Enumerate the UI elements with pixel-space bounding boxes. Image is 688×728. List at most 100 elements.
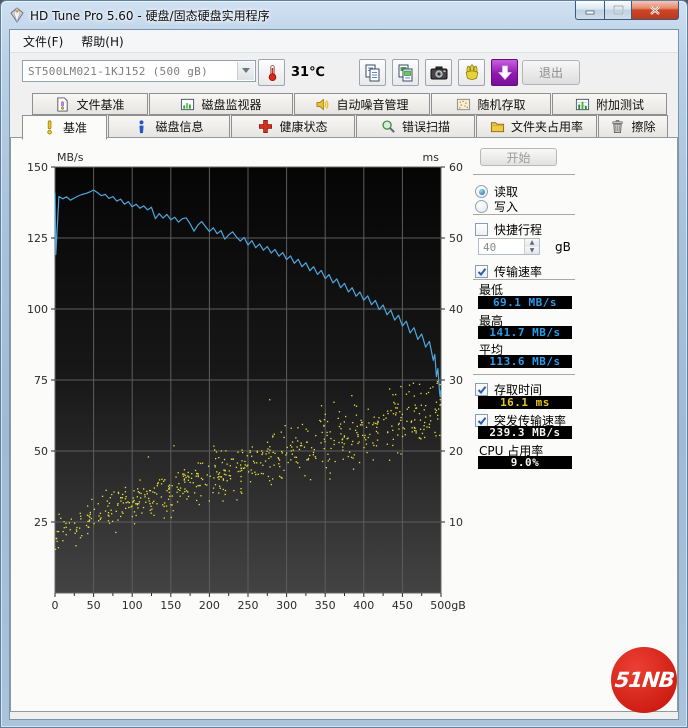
svg-text:200: 200 [199,599,220,612]
spinner-arrows[interactable]: ▲▼ [524,239,539,254]
burst-rate-display: 239.3 MB/s [478,426,572,439]
spinner-up-icon[interactable]: ▲ [525,239,539,247]
checkbox-unchecked-icon [475,223,488,236]
svg-text:125: 125 [27,232,48,245]
tab-erase[interactable]: 擦除 [598,115,668,138]
close-button[interactable] [632,1,679,20]
svg-text:300: 300 [276,599,297,612]
save-button[interactable] [491,59,518,86]
disk-info-icon [134,119,149,134]
menu-help[interactable]: 帮助(H) [72,30,132,53]
tab-label: 文件夹占用率 [511,118,583,135]
copy-image-button[interactable] [392,59,419,86]
access-time-display: 16.1 ms [478,396,572,409]
svg-text:100: 100 [27,303,48,316]
content-panel: MB/sms1501251007550256050403020100501001… [10,137,678,712]
shortstroke-unit: gB [555,240,571,254]
tab-row-primary: 基准 磁盘信息 健康状态 错误扫描 文件夹占用率擦除 [10,115,678,138]
separator [473,279,575,280]
screenshot-button[interactable] [425,59,452,86]
svg-text:250: 250 [238,599,259,612]
svg-text:350: 350 [315,599,336,612]
separator [473,374,575,375]
tab-file-benchmark[interactable]: 文件基准 [32,93,148,115]
separator [473,174,575,175]
maximize-icon [613,5,624,15]
tab-disk-monitor[interactable]: 磁盘监视器 [149,93,293,115]
tab-label: 磁盘监视器 [201,96,261,113]
svg-text:ms: ms [423,151,440,164]
svg-text:30: 30 [449,374,463,387]
svg-text:50: 50 [87,599,101,612]
write-radio[interactable]: 写入 [475,198,518,215]
svg-text:0: 0 [52,599,59,612]
tab-benchmark[interactable]: 基准 [22,115,107,140]
checkbox-checked-icon [475,383,488,396]
shortstroke-spinner[interactable]: 40 ▲▼ [478,238,540,255]
tab-label: 基准 [63,119,87,136]
minimize-button[interactable] [575,1,604,20]
cpu-usage-display: 9.0% [478,456,572,469]
tab-error-scan[interactable]: 错误扫描 [356,115,475,138]
toolbar: ST500LM021-1KJ152 (500 gB) 31℃ [10,53,678,93]
exit-button[interactable]: 退出 [522,60,580,85]
separator [473,214,575,215]
camera-icon [429,63,449,83]
tab-folder-usage[interactable]: 文件夹占用率 [476,115,597,138]
close-icon [649,5,661,16]
minimize-icon [585,5,596,15]
copy-image-icon [396,63,416,83]
svg-text:150: 150 [160,599,181,612]
svg-text:100: 100 [122,599,143,612]
titlebar: HD Tune Pro 5.60 - 硬盘/固态硬盘实用程序 [1,1,687,29]
tab-label: 文件基准 [76,96,124,113]
tab-health[interactable]: 健康状态 [231,115,355,138]
shortstroke-label: 快捷行程 [494,221,542,238]
aam-icon [315,97,330,112]
temperature-label: 31℃ [291,65,325,80]
copy-icon [363,63,383,83]
tab-extra-tests[interactable]: 附加测试 [552,93,667,115]
file-benchmark-icon [55,97,70,112]
maximize-button[interactable] [604,1,632,20]
drive-select[interactable]: ST500LM021-1KJ152 (500 gB) [22,60,256,82]
tab-label: 健康状态 [279,118,327,135]
health-icon [258,119,273,134]
logo-51nb: 51NB [611,647,677,713]
transfer-checkbox[interactable]: 传输速率 [475,263,542,280]
logo-text: 51NB [613,668,674,692]
avg-value-display: 113.6 MB/s [478,355,572,368]
tab-label: 随机存取 [477,96,525,113]
disk-monitor-icon [180,97,195,112]
checkbox-checked-icon [475,265,488,278]
temperature-button[interactable] [258,59,285,86]
svg-text:20: 20 [449,445,463,458]
svg-text:400: 400 [353,599,374,612]
svg-text:60: 60 [449,161,463,174]
svg-text:50: 50 [449,232,463,245]
menu-file[interactable]: 文件(F) [14,30,72,53]
svg-text:50: 50 [34,445,48,458]
donate-button[interactable] [458,59,485,86]
extra-tests-icon [575,97,590,112]
chevron-down-icon[interactable] [237,62,254,80]
copy-text-button[interactable] [359,59,386,86]
tab-aam[interactable]: 自动噪音管理 [294,93,430,115]
thermometer-icon [263,64,281,82]
shortstroke-checkbox[interactable]: 快捷行程 [475,221,542,238]
shortstroke-value: 40 [479,239,524,254]
svg-text:40: 40 [449,303,463,316]
tab-random-access[interactable]: 随机存取 [431,93,551,115]
min-value-display: 69.1 MB/s [478,296,572,309]
drive-select-value: ST500LM021-1KJ152 (500 gB) [23,65,237,78]
tab-disk-info[interactable]: 磁盘信息 [108,115,230,138]
tab-label: 自动噪音管理 [336,96,408,113]
spinner-down-icon[interactable]: ▼ [525,247,539,255]
caption-buttons [575,1,679,20]
write-label: 写入 [494,198,518,215]
svg-text:25: 25 [34,516,48,529]
menubar: 文件(F)帮助(H) [10,30,678,53]
start-button[interactable]: 开始 [480,148,557,166]
tab-label: 错误扫描 [402,118,450,135]
tab-label: 附加测试 [596,96,644,113]
